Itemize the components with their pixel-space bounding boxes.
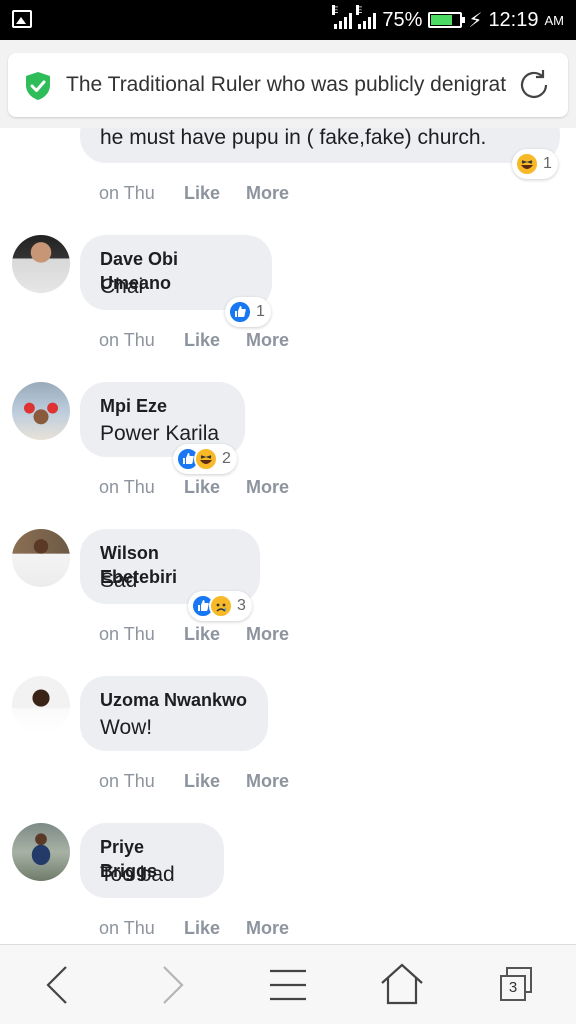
more-button[interactable]: More [246, 769, 289, 793]
gallery-notification-icon [12, 10, 32, 28]
comment-time[interactable]: on Thu [99, 916, 184, 940]
comment-actions: on Thu Like More [99, 622, 289, 646]
signal-sim1-icon: E [332, 5, 353, 29]
comment-text: Wow! [100, 716, 153, 739]
avatar[interactable] [12, 529, 70, 587]
like-button[interactable]: Like [184, 328, 246, 352]
comment-time[interactable]: on Thu [99, 328, 184, 352]
commenter-name[interactable]: Uzoma Nwankwo [100, 688, 248, 712]
reaction-summary[interactable]: 2 [173, 444, 237, 474]
home-icon[interactable] [378, 961, 426, 1009]
sad-reaction-icon [209, 594, 233, 618]
comment-text: Too bad [100, 863, 175, 886]
status-bar: E E 75% ⚡ 12:19 AM [0, 0, 576, 40]
reaction-summary[interactable]: 3 [188, 591, 252, 621]
comment-text: he must have pupu in ( fake,fake) church… [100, 128, 487, 149]
comment-actions: on Thu Like More [99, 916, 289, 940]
comment-time[interactable]: on Thu [99, 622, 184, 646]
comment-bubble[interactable]: he must have pupu in ( fake,fake) church… [80, 128, 560, 163]
more-button[interactable]: More [246, 916, 289, 940]
avatar[interactable] [12, 235, 70, 293]
reaction-summary[interactable]: 1 [225, 297, 271, 327]
haha-reaction-icon [194, 447, 218, 471]
battery-icon [428, 12, 466, 28]
charging-icon: ⚡ [468, 9, 483, 32]
secure-shield-icon [26, 72, 50, 100]
reaction-summary[interactable]: 1 [512, 149, 558, 179]
page-title[interactable]: The Traditional Ruler who was publicly d… [66, 53, 506, 117]
comment-actions: on Thu Like More [99, 328, 289, 352]
comment-bubble[interactable]: Uzoma Nwankwo Wow! [80, 676, 268, 751]
reaction-count: 3 [237, 597, 246, 614]
more-button[interactable]: More [246, 475, 289, 499]
like-reaction-icon [228, 300, 252, 324]
comment-time[interactable]: on Thu [99, 475, 184, 499]
clock-ampm: AM [544, 12, 565, 28]
comment-feed[interactable]: he must have pupu in ( fake,fake) church… [0, 128, 576, 944]
like-button[interactable]: Like [184, 181, 246, 205]
comment-bubble[interactable]: Priye Briggs Too bad [80, 823, 224, 898]
more-button[interactable]: More [246, 328, 289, 352]
like-button[interactable]: Like [184, 475, 246, 499]
comment-actions: on Thu Like More [99, 181, 289, 205]
like-button[interactable]: Like [184, 916, 246, 940]
more-button[interactable]: More [246, 622, 289, 646]
commenter-name[interactable]: Wilson Ebetebiri [100, 541, 240, 587]
more-button[interactable]: More [246, 181, 289, 205]
comment-actions: on Thu Like More [99, 475, 289, 499]
forward-icon[interactable] [148, 961, 196, 1009]
reload-icon[interactable] [516, 67, 552, 103]
like-button[interactable]: Like [184, 769, 246, 793]
tabs-icon[interactable]: 3 [494, 961, 542, 1009]
reaction-count: 1 [256, 303, 265, 320]
address-bar[interactable]: The Traditional Ruler who was publicly d… [8, 53, 568, 117]
tab-count: 3 [500, 975, 526, 1001]
avatar[interactable] [12, 676, 70, 734]
like-button[interactable]: Like [184, 622, 246, 646]
browser-nav-bar: 3 [0, 944, 576, 1024]
haha-reaction-icon [515, 152, 539, 176]
battery-percent: 75% [382, 8, 423, 31]
commenter-name[interactable]: Dave Obi Umeano [100, 247, 252, 293]
signal-sim2-icon: E [356, 5, 377, 29]
back-icon[interactable] [34, 961, 82, 1009]
commenter-name[interactable]: Priye Briggs [100, 835, 204, 881]
browser-toolbar: The Traditional Ruler who was publicly d… [0, 40, 576, 128]
avatar[interactable] [12, 823, 70, 881]
clock: 12:19 [488, 8, 539, 31]
comment-actions: on Thu Like More [99, 769, 289, 793]
avatar[interactable] [12, 382, 70, 440]
comment-time[interactable]: on Thu [99, 181, 184, 205]
reaction-count: 1 [543, 155, 552, 172]
reaction-count: 2 [222, 450, 231, 467]
commenter-name[interactable]: Mpi Eze [100, 394, 225, 418]
comment-text: Chai [100, 275, 144, 298]
comment-time[interactable]: on Thu [99, 769, 184, 793]
menu-icon[interactable] [264, 961, 312, 1009]
